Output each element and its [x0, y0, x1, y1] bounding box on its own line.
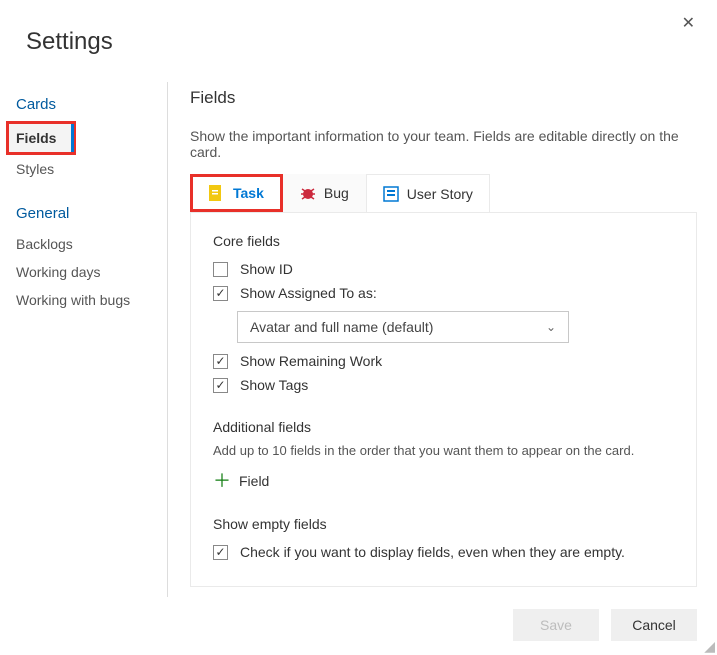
assigned-to-select[interactable]: Avatar and full name (default) ⌄ — [237, 311, 569, 343]
checkbox-show-assigned-to[interactable] — [213, 286, 228, 301]
tab-label: Bug — [324, 185, 349, 201]
userstory-icon — [383, 186, 399, 202]
sidebar-item-label: Styles — [16, 161, 54, 177]
save-button[interactable]: Save — [513, 609, 599, 641]
chevron-down-icon: ⌄ — [546, 320, 556, 334]
empty-fields-label: Check if you want to display fields, eve… — [240, 544, 625, 560]
tab-bug[interactable]: Bug — [283, 174, 366, 212]
empty-fields-title: Show empty fields — [213, 516, 674, 532]
tab-panel-task: Core fields Show ID Show Assigned To as:… — [190, 213, 697, 587]
tab-label: User Story — [407, 186, 473, 202]
assigned-to-label: Show Assigned To as: — [240, 285, 377, 301]
show-id-label: Show ID — [240, 261, 293, 277]
tabs: Task Bug User Story — [190, 174, 697, 213]
sidebar-item-working-with-bugs[interactable]: Working with bugs — [0, 286, 167, 314]
tab-user-story[interactable]: User Story — [366, 174, 490, 212]
sidebar-group-cards: Cards — [0, 88, 167, 121]
close-icon[interactable]: ✕ — [678, 12, 699, 36]
checkbox-show-tags[interactable] — [213, 378, 228, 393]
add-field-button[interactable]: ＋ Field — [213, 468, 674, 494]
sidebar-item-label: Working days — [16, 264, 101, 280]
cancel-button[interactable]: Cancel — [611, 609, 697, 641]
sidebar-item-styles[interactable]: Styles — [0, 155, 167, 183]
tags-label: Show Tags — [240, 377, 308, 393]
resize-grip-icon: ◢ — [704, 639, 715, 653]
assigned-to-selected: Avatar and full name (default) — [250, 319, 433, 335]
additional-fields-title: Additional fields — [213, 419, 674, 435]
page-title: Settings — [0, 0, 717, 56]
sidebar-item-label: Fields — [16, 130, 56, 146]
sidebar-group-general: General — [0, 197, 167, 230]
task-icon — [209, 185, 225, 201]
main-panel: Fields Show the important information to… — [168, 82, 717, 597]
tab-label: Task — [233, 185, 264, 201]
plus-icon: ＋ — [213, 472, 231, 490]
checkbox-empty-fields[interactable] — [213, 545, 228, 560]
sidebar-item-label: Backlogs — [16, 236, 73, 252]
sidebar-item-label: Working with bugs — [16, 292, 130, 308]
checkbox-remaining-work[interactable] — [213, 354, 228, 369]
sidebar-item-fields[interactable]: Fields — [6, 121, 76, 155]
sidebar-item-working-days[interactable]: Working days — [0, 258, 167, 286]
add-field-label: Field — [239, 473, 269, 489]
tab-task[interactable]: Task — [190, 174, 283, 212]
core-fields-title: Core fields — [213, 233, 674, 249]
remaining-work-label: Show Remaining Work — [240, 353, 382, 369]
additional-fields-help: Add up to 10 fields in the order that yo… — [213, 443, 674, 458]
checkbox-show-id[interactable] — [213, 262, 228, 277]
dialog-footer: Save Cancel — [513, 609, 697, 641]
sidebar-item-backlogs[interactable]: Backlogs — [0, 230, 167, 258]
section-help: Show the important information to your t… — [190, 128, 697, 160]
section-title: Fields — [190, 88, 697, 108]
bug-icon — [300, 185, 316, 201]
sidebar: Cards Fields Styles General Backlogs Wor… — [0, 82, 168, 597]
